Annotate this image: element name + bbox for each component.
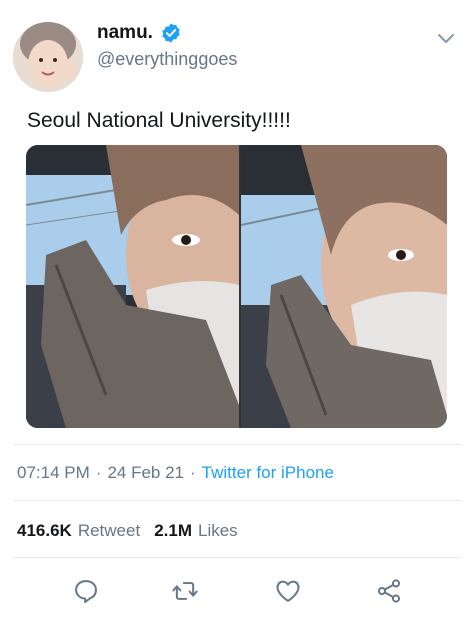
reply-icon[interactable] (72, 577, 100, 605)
chevron-down-icon[interactable] (434, 26, 458, 50)
tweet-media (26, 145, 447, 428)
heart-icon[interactable] (274, 577, 302, 605)
divider (13, 500, 461, 501)
tweet-stats: 416.6K Retweet 2.1M Likes (17, 521, 246, 541)
retweet-label[interactable]: Retweet (78, 521, 140, 541)
photo-2[interactable] (241, 145, 447, 428)
tweet-time: 07:14 PM (17, 463, 90, 482)
like-label[interactable]: Likes (198, 521, 238, 541)
divider (13, 557, 461, 558)
tweet-source-link[interactable]: Twitter for iPhone (202, 463, 334, 483)
user-handle[interactable]: @everythinggoes (97, 49, 237, 70)
retweet-count[interactable]: 416.6K (17, 521, 72, 541)
avatar[interactable] (13, 22, 83, 92)
action-bar (0, 571, 474, 611)
tweet-date: 24 Feb 21 (107, 463, 184, 482)
tweet-text: Seoul National University!!!!! (27, 109, 291, 132)
meta-separator: · (95, 463, 102, 482)
photo-1[interactable] (26, 145, 239, 428)
like-count[interactable]: 2.1M (154, 521, 192, 541)
tweet-header: namu. @everythinggoes (0, 0, 474, 100)
divider (13, 444, 461, 445)
avatar-image (13, 22, 83, 92)
share-icon[interactable] (375, 577, 403, 605)
verified-badge-icon (160, 22, 182, 44)
meta-separator: · (190, 463, 196, 482)
display-name[interactable]: namu. (97, 22, 153, 44)
tweet-meta: 07:14 PM · 24 Feb 21 · Twitter for iPhon… (17, 463, 334, 483)
retweet-icon[interactable] (171, 577, 199, 605)
